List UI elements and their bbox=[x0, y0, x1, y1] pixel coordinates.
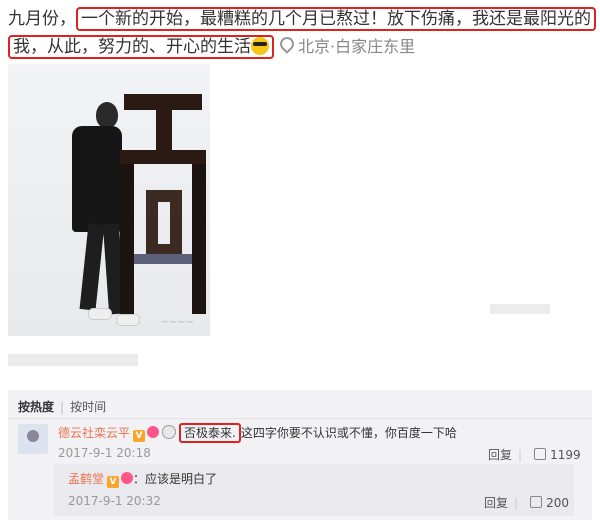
verified-badge-icon: V bbox=[107, 476, 120, 488]
blurred-text bbox=[490, 304, 550, 314]
panda-emoji-icon bbox=[162, 425, 177, 439]
comment-text: 这四字你要不认识或不懂，你百度一下哈 bbox=[240, 426, 457, 440]
reply-comment: 孟鹤堂 V ：应该是明白了 bbox=[68, 470, 217, 488]
action-divider: | bbox=[514, 496, 519, 510]
comment-main: 德云社栾云平 V 否极泰来. 这四字你要不认识或不懂，你百度一下哈 bbox=[58, 422, 457, 444]
reply-button[interactable]: 回复 bbox=[488, 448, 512, 462]
comment-highlight: 否极泰来. bbox=[179, 423, 241, 443]
tab-sort-by-time[interactable]: 按时间 bbox=[70, 400, 106, 414]
member-badge-icon bbox=[147, 426, 160, 438]
verified-badge-icon: V bbox=[133, 430, 146, 442]
photo-person-shoe bbox=[88, 308, 112, 320]
post-text-line-1: 九月份， 一个新的开始，最糟糕的几个月已熬过！放下伤痛，我还是最阳光的 bbox=[8, 4, 596, 31]
like-thumb-icon[interactable] bbox=[530, 496, 543, 508]
like-thumb-icon[interactable] bbox=[534, 448, 547, 460]
photo-large-glyph bbox=[120, 94, 206, 314]
reply-actions: 回复 | 200 bbox=[484, 494, 569, 511]
tab-sort-by-hot[interactable]: 按热度 bbox=[18, 400, 54, 414]
photo-watermark: ~~~~ bbox=[160, 317, 194, 328]
comment-actions: 回复 | 1199 bbox=[488, 446, 581, 463]
comment-sort-tabs: 按热度 | 按时间 bbox=[18, 398, 106, 415]
photo-person-shoe bbox=[116, 314, 140, 326]
location-link[interactable]: 北京·白家庄东里 bbox=[277, 34, 416, 56]
like-count: 1199 bbox=[550, 448, 581, 462]
post-highlight-2: 我，从此，努力的、开心的生活 bbox=[8, 35, 274, 59]
member-badge-icon bbox=[121, 472, 134, 484]
reply-text: ：应该是明白了 bbox=[133, 472, 218, 486]
photo-person-head bbox=[96, 102, 118, 128]
post-text-line-2: 我，从此，努力的、开心的生活 北京·白家庄东里 bbox=[8, 32, 416, 59]
comment-timestamp: 2017-9-1 20:18 bbox=[58, 446, 151, 460]
photo-person-leg bbox=[79, 223, 105, 311]
comments-panel: 按热度 | 按时间 德云社栾云平 V 否极泰来. 这四字你要不认识或不懂，你百度一下哈 2… bbox=[8, 390, 592, 520]
divider bbox=[8, 418, 592, 419]
post-highlight-1: 一个新的开始，最糟糕的几个月已熬过！放下伤痛，我还是最阳光的 bbox=[76, 7, 596, 31]
location-label: 北京·白家庄东里 bbox=[298, 37, 416, 56]
reply-button[interactable]: 回复 bbox=[484, 496, 508, 510]
comment-username[interactable]: 德云社栾云平 bbox=[58, 426, 130, 440]
reply-timestamp: 2017-9-1 20:32 bbox=[68, 494, 161, 508]
action-divider: | bbox=[518, 448, 523, 462]
post-photo[interactable]: ~~~~ bbox=[8, 64, 210, 336]
location-pin-icon bbox=[277, 34, 297, 54]
avatar[interactable] bbox=[18, 424, 48, 454]
photo-person-body bbox=[72, 126, 122, 232]
post-prefix: 九月份， bbox=[8, 9, 76, 29]
reply-box: 孟鹤堂 V ：应该是明白了 2017-9-1 20:32 回复 | 200 bbox=[54, 464, 574, 516]
blurred-text bbox=[8, 354, 138, 366]
sunglasses-emoji-icon bbox=[251, 37, 269, 55]
reply-username[interactable]: 孟鹤堂 bbox=[68, 472, 104, 486]
like-count: 200 bbox=[546, 496, 569, 510]
tab-divider: | bbox=[60, 400, 65, 414]
